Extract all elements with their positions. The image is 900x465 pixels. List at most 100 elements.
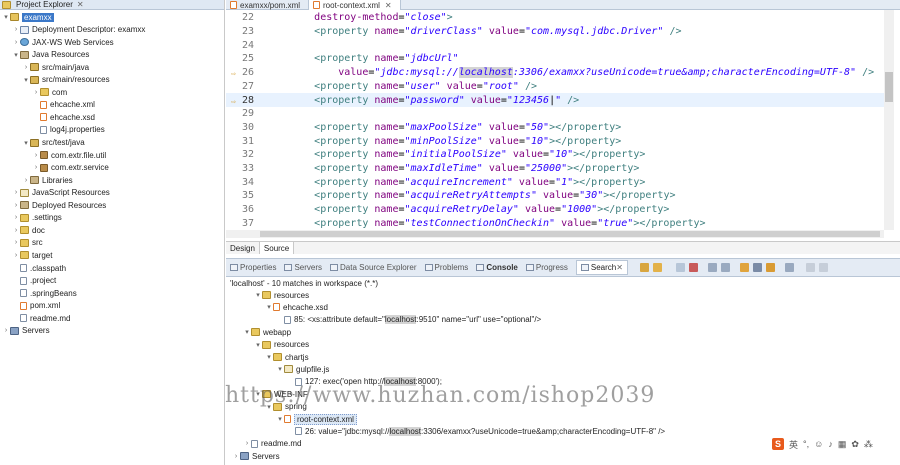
tree-item[interactable]: .springBeans	[0, 287, 77, 299]
tree-item[interactable]: › target	[0, 249, 53, 261]
code-line[interactable]: 24	[226, 38, 884, 52]
expand-twisty-icon[interactable]: ▾	[276, 365, 284, 373]
search-history-icon[interactable]	[739, 263, 749, 272]
expand-twisty-icon[interactable]: ›	[12, 26, 20, 33]
expand-twisty-icon[interactable]: ›	[12, 202, 20, 209]
expand-twisty-icon[interactable]: ▾	[276, 415, 284, 423]
tree-item[interactable]: ▾ examxx	[0, 11, 54, 23]
scrollbar-thumb[interactable]	[885, 72, 893, 102]
search-result-node[interactable]: ▾ ehcache.xsd	[265, 301, 328, 313]
tree-item[interactable]: › .settings	[0, 212, 62, 224]
tree-item[interactable]: › Deployment Descriptor: examxx	[0, 24, 146, 36]
expand-twisty-icon[interactable]: ›	[12, 239, 20, 246]
expand-twisty-icon[interactable]: ›	[2, 327, 10, 334]
code-line[interactable]: 29	[226, 107, 884, 121]
expand-twisty-icon[interactable]: ▾	[265, 303, 273, 311]
code-line[interactable]: 36 <property name="acquireRetryDelay" va…	[226, 203, 884, 217]
view-menu-icon[interactable]	[784, 263, 794, 272]
tree-item[interactable]: .classpath	[0, 262, 66, 274]
expand-twisty-icon[interactable]: ›	[12, 189, 20, 196]
tree-item[interactable]: ▾ src/main/resources	[0, 74, 109, 86]
tree-item[interactable]: › src	[0, 237, 43, 249]
tree-item[interactable]: › src/main/java	[0, 61, 89, 73]
tree-item[interactable]: pom.xml	[0, 300, 60, 312]
keyboard-icon[interactable]: ▦	[838, 439, 847, 450]
punctuation-icon[interactable]: °,	[803, 439, 809, 449]
tree-item[interactable]: › JavaScript Resources	[0, 187, 110, 199]
code-line[interactable]: 33 <property name="maxIdleTime" value="2…	[226, 162, 884, 176]
code-line[interactable]: 32 <property name="initialPoolSize" valu…	[226, 148, 884, 162]
search-result-node[interactable]: ▾ webapp	[243, 326, 291, 338]
search-result-node[interactable]: ▾ chartjs	[265, 351, 308, 363]
sogou-logo-icon[interactable]: S	[772, 438, 784, 450]
expand-twisty-icon[interactable]: ▾	[254, 341, 262, 349]
code-line[interactable]: 25 <property name="jdbcUrl"	[226, 52, 884, 66]
tab-problems[interactable]: Problems	[424, 263, 468, 272]
code-line[interactable]: 27 <property name="user" value="root" />	[226, 80, 884, 94]
search-result-node[interactable]: ▾ resources	[254, 289, 309, 301]
expand-twisty-icon[interactable]: ›	[22, 64, 30, 71]
editor-tab[interactable]: examxx/pom.xml	[226, 0, 310, 10]
tree-item[interactable]: ehcache.xml	[0, 99, 95, 111]
remove-all-icon[interactable]	[688, 263, 698, 272]
code-line[interactable]: 35 <property name="acquireRetryAttempts"…	[226, 189, 884, 203]
search-result-node[interactable]: › Servers	[232, 450, 280, 462]
expand-twisty-icon[interactable]: ▾	[22, 139, 30, 147]
expand-twisty-icon[interactable]: ›	[32, 89, 40, 96]
close-view-icon[interactable]: ✕	[616, 263, 623, 272]
maximize-icon[interactable]	[818, 263, 828, 272]
tab-servers[interactable]: Servers	[284, 263, 322, 272]
tree-item[interactable]: › com.extr.service	[0, 162, 109, 174]
editor-tab[interactable]: root-context.xml ✕	[309, 0, 401, 10]
tree-item[interactable]: ▾ Java Resources	[0, 49, 89, 61]
code-line[interactable]: 31 <property name="minPoolSize" value="1…	[226, 134, 884, 148]
expand-twisty-icon[interactable]: ▾	[265, 353, 273, 361]
ime-language-label[interactable]: 英	[789, 438, 798, 451]
tools-icon[interactable]: ⁂	[864, 439, 873, 450]
expand-twisty-icon[interactable]: ›	[12, 214, 20, 221]
tree-item[interactable]: ehcache.xsd	[0, 111, 95, 123]
expand-tree-icon[interactable]	[707, 263, 717, 272]
expand-twisty-icon[interactable]: ›	[12, 227, 20, 234]
tree-item[interactable]: › Libraries	[0, 174, 73, 186]
code-line[interactable]: 34 <property name="acquireIncrement" val…	[226, 175, 884, 189]
search-result-node[interactable]: ▾ resources	[254, 339, 309, 351]
next-match-icon[interactable]	[652, 263, 662, 272]
minimize-icon[interactable]	[805, 263, 815, 272]
expand-twisty-icon[interactable]: ▾	[243, 328, 251, 336]
search-match-line[interactable]: 85: <xs:attribute default=" localhost:951…	[276, 314, 541, 326]
expand-twisty-icon[interactable]: ▾	[22, 76, 30, 84]
scrollbar-thumb[interactable]	[260, 231, 880, 237]
tree-item[interactable]: › Servers	[0, 325, 50, 337]
expand-twisty-icon[interactable]: ›	[12, 252, 20, 259]
expand-twisty-icon[interactable]: ›	[32, 164, 40, 171]
tree-item[interactable]: › doc	[0, 224, 45, 236]
close-tab-icon[interactable]: ✕	[385, 1, 392, 10]
expand-twisty-icon[interactable]: ›	[243, 440, 251, 447]
expand-twisty-icon[interactable]: ›	[12, 39, 20, 46]
remove-match-icon[interactable]	[675, 263, 685, 272]
microphone-icon[interactable]: ♪	[828, 439, 833, 449]
tree-item[interactable]: log4j.properties	[0, 124, 105, 136]
expand-twisty-icon[interactable]: ▾	[254, 291, 262, 299]
search-result-node[interactable]: › readme.md	[243, 438, 302, 450]
close-icon[interactable]: ✕	[77, 0, 84, 9]
code-area[interactable]: 22 destroy-method="close"> 23 <property n…	[226, 10, 884, 230]
code-line[interactable]: 23 <property name="driverClass" value="c…	[226, 25, 884, 39]
tab-properties[interactable]: Properties	[230, 263, 276, 272]
pin-icon[interactable]	[752, 263, 762, 272]
tree-item[interactable]: › JAX-WS Web Services	[0, 36, 114, 48]
tab-data-source-explorer[interactable]: Data Source Explorer	[330, 263, 417, 272]
code-line[interactable]: 22 destroy-method="close">	[226, 11, 884, 25]
tree-item[interactable]: ▾ src/test/java	[0, 137, 84, 149]
project-explorer-tab[interactable]: Project Explorer ✕	[0, 0, 224, 10]
expand-twisty-icon[interactable]: ›	[22, 177, 30, 184]
tab-console[interactable]: Console	[476, 263, 518, 272]
emoji-icon[interactable]: ☺	[814, 439, 823, 449]
vertical-scrollbar[interactable]	[884, 10, 894, 230]
expand-twisty-icon[interactable]: ›	[232, 453, 240, 460]
tree-item[interactable]: › com	[0, 86, 67, 98]
code-line[interactable]: 26 ⇨ value="jdbc:mysql://localhost:3306/e…	[226, 66, 884, 80]
expand-twisty-icon[interactable]: ▾	[2, 13, 10, 21]
tab-progress[interactable]: Progress	[525, 263, 568, 272]
